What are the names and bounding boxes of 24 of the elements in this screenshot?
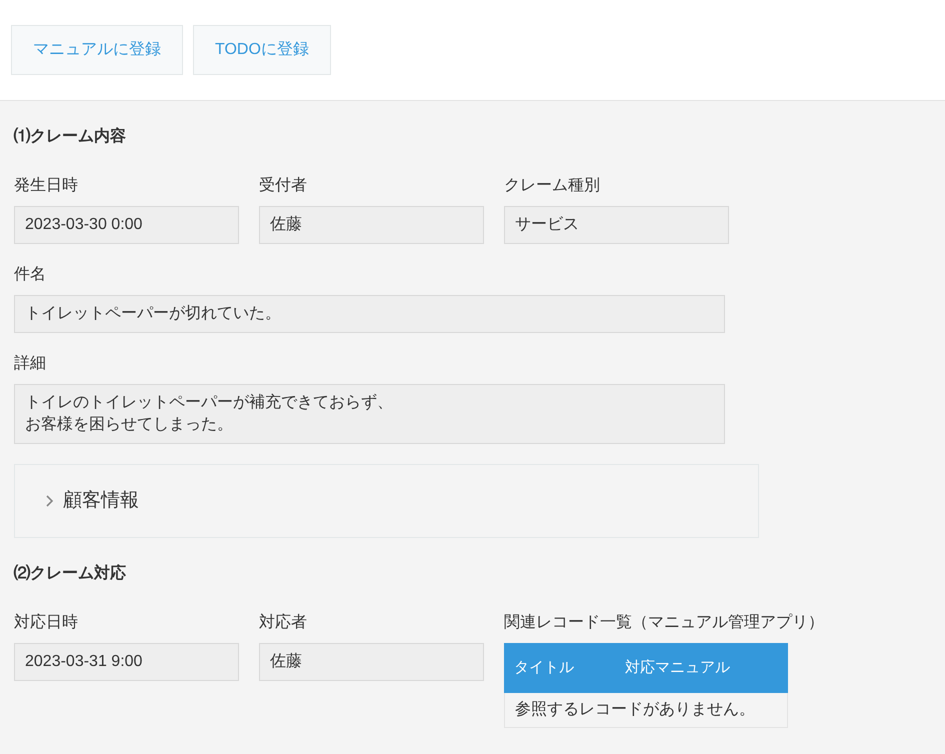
- field-label: 対応日時: [14, 612, 79, 633]
- field-value: 2023-03-30 0:00: [14, 206, 239, 244]
- collapsible-group[interactable]: 顧客情報: [14, 464, 759, 538]
- field-label: クレーム種別: [504, 176, 601, 196]
- field-label: 発生日時: [14, 176, 79, 196]
- text-line: トイレのトイレットペーパーが補充できておらず、: [25, 392, 393, 413]
- toolbar-button[interactable]: マニュアルに登録: [11, 25, 183, 75]
- text-line: お客様を困らせてしまった。: [25, 414, 233, 435]
- section-title: ⑵クレーム対応: [14, 563, 127, 584]
- section-title: ⑴クレーム内容: [14, 126, 127, 147]
- field-value: 佐藤: [259, 643, 484, 681]
- column-header: 対応マニュアル: [625, 658, 731, 678]
- field-value: トイレットペーパーが切れていた。: [14, 295, 725, 333]
- field-value: サービス: [504, 206, 729, 244]
- column-header: タイトル: [514, 658, 575, 678]
- field-label: 件名: [14, 265, 47, 285]
- toolbar-button[interactable]: TODOに登録: [193, 25, 331, 75]
- field-label: 受付者: [259, 176, 308, 196]
- related-records-label: 関連レコード一覧（マニュアル管理アプリ）: [504, 612, 824, 633]
- field-label: 対応者: [259, 612, 308, 633]
- field-value: 佐藤: [259, 206, 484, 244]
- empty-message: 参照するレコードがありません。: [514, 700, 756, 720]
- field-value: 2023-03-31 9:00: [14, 643, 239, 681]
- field-label: 詳細: [14, 354, 47, 374]
